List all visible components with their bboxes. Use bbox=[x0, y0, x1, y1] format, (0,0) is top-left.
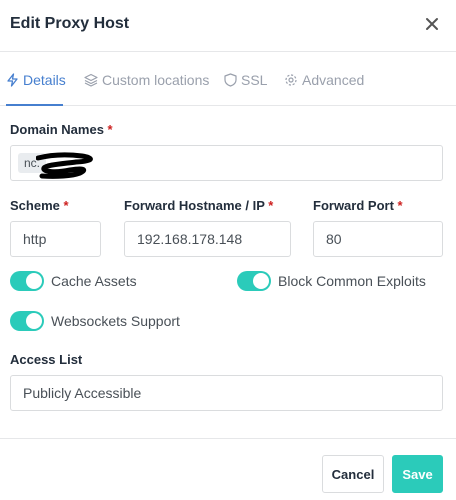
tab-advanced-label: Advanced bbox=[302, 72, 365, 88]
cache-assets-toggle[interactable] bbox=[10, 271, 44, 291]
tab-ssl-label: SSL bbox=[241, 72, 268, 88]
tab-details-label: Details bbox=[23, 72, 66, 88]
forward-port-input[interactable]: 80 bbox=[313, 221, 443, 257]
active-tab-indicator bbox=[6, 104, 63, 106]
gear-icon bbox=[285, 74, 297, 86]
forward-port-label: Forward Port * bbox=[313, 198, 403, 213]
cancel-button[interactable]: Cancel bbox=[322, 455, 384, 493]
forward-hostname-input[interactable]: 192.168.178.148 bbox=[124, 221, 291, 257]
close-icon[interactable] bbox=[423, 15, 441, 33]
layers-icon bbox=[84, 73, 98, 87]
redaction-scribble bbox=[36, 152, 93, 179]
modal-header: Edit Proxy Host bbox=[0, 0, 456, 52]
cache-assets-label: Cache Assets bbox=[51, 273, 137, 289]
tab-advanced[interactable]: Advanced bbox=[284, 70, 364, 90]
toggle-knob bbox=[26, 313, 42, 329]
toggle-knob bbox=[26, 273, 42, 289]
shield-icon bbox=[224, 73, 237, 87]
save-button[interactable]: Save bbox=[392, 455, 443, 493]
edit-proxy-host-modal: Edit Proxy Host Details Custom locations… bbox=[0, 0, 456, 500]
modal-footer bbox=[0, 438, 456, 500]
access-list-select[interactable]: Publicly Accessible bbox=[10, 375, 443, 411]
forward-hostname-label: Forward Hostname / IP * bbox=[124, 198, 274, 213]
tab-ssl[interactable]: SSL bbox=[224, 70, 267, 90]
scheme-input[interactable]: http bbox=[10, 221, 101, 257]
access-list-label: Access List bbox=[10, 352, 83, 367]
scheme-label: Scheme * bbox=[10, 198, 69, 213]
tab-details[interactable]: Details bbox=[6, 70, 66, 90]
toggle-knob bbox=[253, 273, 269, 289]
domain-names-label: Domain Names * bbox=[10, 122, 113, 137]
tab-custom-locations[interactable]: Custom locations bbox=[84, 70, 209, 90]
tab-custom-locations-label: Custom locations bbox=[102, 72, 210, 88]
websockets-support-label: Websockets Support bbox=[51, 313, 180, 329]
block-common-exploits-label: Block Common Exploits bbox=[278, 273, 426, 289]
websockets-support-toggle[interactable] bbox=[10, 311, 44, 331]
bolt-icon bbox=[7, 73, 18, 87]
modal-title: Edit Proxy Host bbox=[10, 15, 130, 32]
block-common-exploits-toggle[interactable] bbox=[237, 271, 271, 291]
tab-bar: Details Custom locations SSL Advanced bbox=[0, 52, 456, 106]
